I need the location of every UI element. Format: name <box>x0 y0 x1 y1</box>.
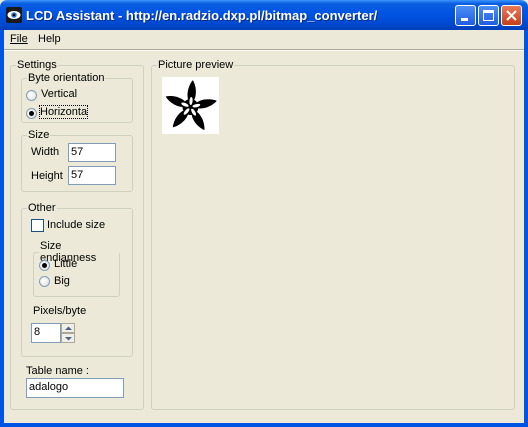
flower-logo-image <box>162 77 219 134</box>
big-label[interactable]: Big <box>54 275 70 287</box>
arrow-up-icon <box>65 326 72 330</box>
pixels-per-byte-spinner[interactable] <box>61 323 75 343</box>
menu-separator <box>4 49 524 51</box>
menu-file[interactable]: File <box>10 33 28 45</box>
little-radio[interactable] <box>39 260 50 271</box>
pixels-per-byte-field[interactable]: 8 <box>31 323 61 343</box>
table-name-label: Table name : <box>26 365 89 377</box>
settings-group-title: Settings <box>17 59 57 71</box>
title-bar[interactable]: LCD Assistant - http://en.radzio.dxp.pl/… <box>0 0 528 30</box>
size-group-title: Size <box>28 129 50 141</box>
eye-icon[interactable] <box>6 7 22 23</box>
table-name-field[interactable]: adalogo <box>26 378 124 398</box>
close-button[interactable] <box>501 5 522 26</box>
spin-up-button[interactable] <box>61 323 75 333</box>
window-title: LCD Assistant - http://en.radzio.dxp.pl/… <box>26 8 378 23</box>
width-label: Width <box>31 146 60 158</box>
minimize-button[interactable] <box>455 5 476 26</box>
maximize-icon <box>483 10 494 21</box>
width-field[interactable]: 57 <box>68 143 116 162</box>
spin-down-button[interactable] <box>61 333 75 343</box>
menu-bar: File Help <box>4 30 524 49</box>
include-size-checkbox[interactable] <box>31 219 44 232</box>
include-size-label[interactable]: Include size <box>47 219 105 231</box>
other-group-title: Other <box>28 202 56 214</box>
pixels-per-byte-label: Pixels/byte <box>33 305 87 317</box>
menu-help[interactable]: Help <box>38 33 61 45</box>
horizontal-radio[interactable] <box>26 108 37 119</box>
picture-preview-title: Picture preview <box>158 59 234 71</box>
height-label: Height <box>31 170 63 182</box>
horizontal-label[interactable]: Horizonta <box>39 105 88 119</box>
height-field[interactable]: 57 <box>68 166 116 185</box>
close-icon <box>506 10 517 21</box>
byte-orientation-title: Byte orientation <box>28 72 105 84</box>
vertical-radio[interactable] <box>26 90 37 101</box>
big-radio[interactable] <box>39 276 50 287</box>
little-label[interactable]: Little <box>54 258 77 270</box>
maximize-button[interactable] <box>478 5 499 26</box>
vertical-label[interactable]: Vertical <box>41 88 77 100</box>
arrow-down-icon <box>65 337 72 341</box>
minimize-icon <box>461 18 468 21</box>
size-endianness-title: Size endianness <box>40 240 97 264</box>
